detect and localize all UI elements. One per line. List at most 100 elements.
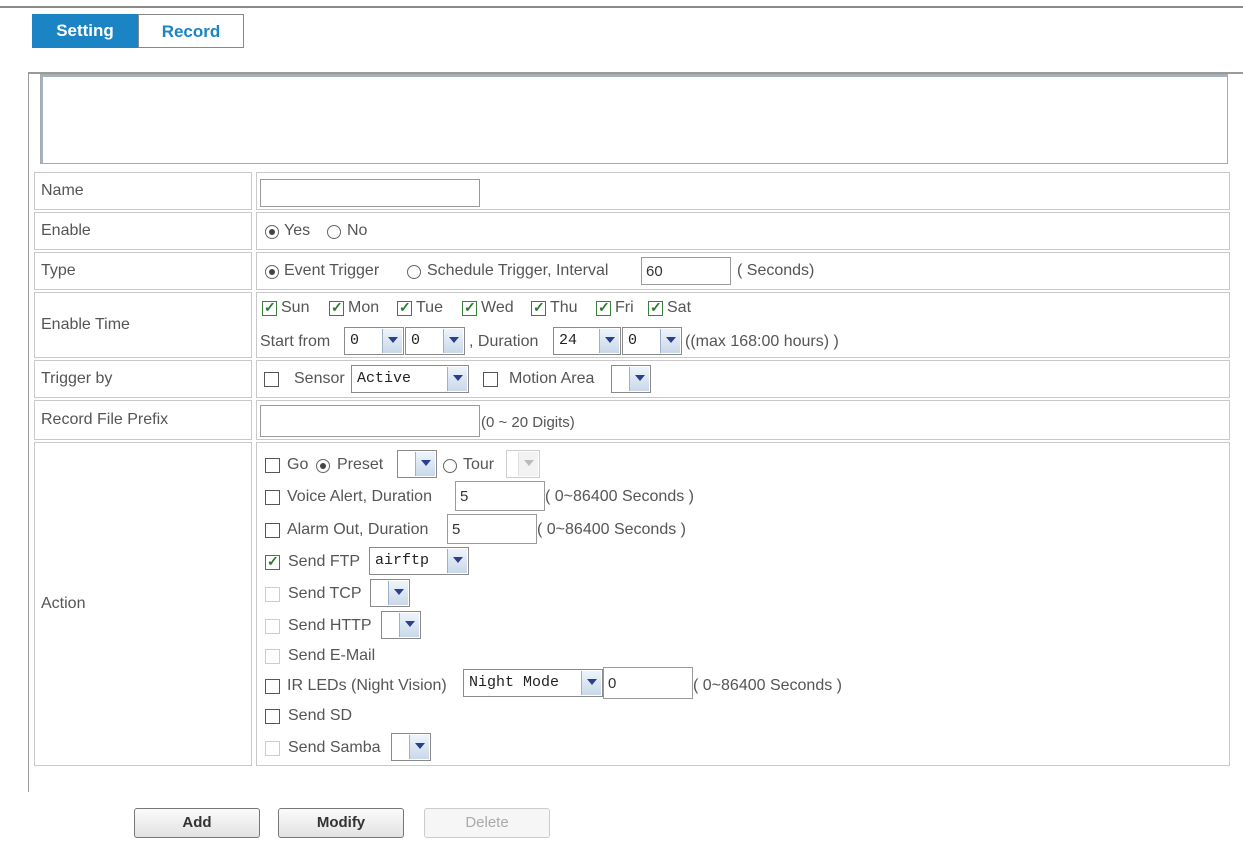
chevron-down-icon [447,367,467,391]
enable-time-row: Enable Time Sun Mon Tue Wed Thu Fri Sat … [34,292,1230,358]
chevron-down-icon [629,367,649,391]
alarm-out-duration-input[interactable] [447,514,537,544]
day-wed-label: Wed [481,299,514,316]
name-row: Name [34,172,1230,210]
send-tcp-checkbox[interactable] [265,587,280,602]
voice-alert-label: Voice Alert, Duration [287,488,432,505]
day-fri-checkbox[interactable] [596,299,611,316]
send-ftp-checkbox[interactable] [265,553,280,570]
duration-hour-select[interactable]: 24 [553,327,621,355]
enable-yes-radio[interactable] [265,225,279,239]
ftp-server-select[interactable]: airftp [369,547,469,575]
day-thu-checkbox[interactable] [531,299,546,316]
chevron-down-icon [518,452,538,476]
motion-area-select[interactable] [611,365,651,393]
trigger-by-cell: Sensor Active Motion Area [256,360,1230,398]
start-hour-select[interactable]: 0 [344,327,404,355]
event-list-box[interactable] [40,74,1228,164]
name-label: Name [34,172,252,210]
day-sat-checkbox[interactable] [648,299,663,316]
enable-no-radio[interactable] [327,225,341,239]
sensor-label: Sensor [294,370,345,387]
type-event-radio[interactable] [265,265,279,279]
trigger-by-label: Trigger by [34,360,252,398]
samba-select[interactable] [391,733,431,761]
sensor-select[interactable]: Active [351,365,469,393]
action-label: Action [34,442,252,766]
tab-record[interactable]: Record [138,14,244,48]
ir-mode-select[interactable]: Night Mode [463,669,603,697]
go-checkbox[interactable] [265,458,280,473]
day-mon-label: Mon [348,299,380,316]
start-min-value: 0 [411,332,421,349]
start-min-select[interactable]: 0 [405,327,465,355]
voice-alert-duration-input[interactable] [455,481,545,511]
prefix-note: (0 ~ 20 Digits) [481,414,575,431]
day-tue-checkbox[interactable] [397,299,412,316]
type-schedule-radio[interactable] [407,265,421,279]
enable-label: Enable [34,212,252,250]
send-samba-label: Send Samba [288,739,381,756]
type-schedule-label: Schedule Trigger, Interval [427,262,609,279]
send-ftp-label: Send FTP [288,553,361,570]
send-email-checkbox[interactable] [265,649,280,664]
alarm-out-note: ( 0~86400 Seconds ) [537,521,686,538]
sensor-select-value: Active [357,370,412,387]
day-sun-checkbox[interactable] [262,299,277,316]
action-row: Action Go Preset Tour Voice Alert, Durat… [34,442,1230,766]
chevron-down-icon [443,329,463,353]
preset-label: Preset [337,456,384,473]
interval-input[interactable] [641,257,731,285]
trigger-by-row: Trigger by Sensor Active Motion Area [34,360,1230,398]
prefix-cell: (0 ~ 20 Digits) [256,400,1230,440]
enable-time-label: Enable Time [34,292,252,358]
chevron-down-icon [409,735,429,759]
duration-hour-value: 24 [559,332,578,349]
ir-duration-input[interactable] [603,667,693,699]
prefix-input[interactable] [260,405,480,437]
preset-select[interactable] [397,450,437,478]
ir-note: ( 0~86400 Seconds ) [693,677,842,694]
duration-min-select[interactable]: 0 [622,327,682,355]
send-tcp-label: Send TCP [288,585,362,602]
type-cell: Event Trigger Schedule Trigger, Interval… [256,252,1230,290]
alarm-out-checkbox[interactable] [265,523,280,538]
ir-mode-value: Night Mode [469,674,560,691]
interval-unit: ( Seconds) [737,262,815,279]
tour-radio[interactable] [443,459,457,473]
chevron-down-icon [382,329,402,353]
add-button[interactable]: Add [134,808,260,838]
voice-alert-checkbox[interactable] [265,490,280,505]
type-row: Type Event Trigger Schedule Trigger, Int… [34,252,1230,290]
type-label: Type [34,252,252,290]
day-mon-checkbox[interactable] [329,299,344,316]
send-http-checkbox[interactable] [265,619,280,634]
day-wed-checkbox[interactable] [462,299,477,316]
day-sat-label: Sat [667,299,692,316]
modify-button[interactable]: Modify [278,808,404,838]
tour-select[interactable] [506,450,540,478]
send-sd-checkbox[interactable] [265,709,280,724]
name-input[interactable] [260,179,480,207]
tab-setting[interactable]: Setting [32,14,138,48]
panel-left-border [28,72,29,792]
duration-min-value: 0 [628,332,638,349]
http-select[interactable] [381,611,421,639]
preset-radio[interactable] [316,459,330,473]
motion-area-label: Motion Area [509,370,595,387]
enable-yes-label: Yes [284,222,311,239]
delete-button[interactable]: Delete [424,808,550,838]
enable-row: Enable Yes No [34,212,1230,250]
day-fri-label: Fri [615,299,634,316]
enable-time-cell: Sun Mon Tue Wed Thu Fri Sat Start from 0… [256,292,1230,358]
send-samba-checkbox[interactable] [265,741,280,756]
motion-area-checkbox[interactable] [483,372,498,387]
top-divider [0,6,1243,8]
duration-label: , Duration [469,333,539,350]
sensor-checkbox[interactable] [264,372,279,387]
alarm-out-label: Alarm Out, Duration [287,521,429,538]
send-email-label: Send E-Mail [288,647,376,664]
ir-leds-checkbox[interactable] [265,679,280,694]
tcp-select[interactable] [370,579,410,607]
ir-leds-label: IR LEDs (Night Vision) [287,677,447,694]
